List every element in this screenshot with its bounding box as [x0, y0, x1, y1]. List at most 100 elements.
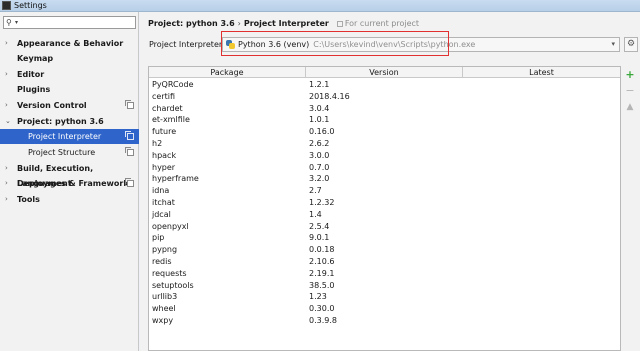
- package-version-cell: 0.30.0: [309, 304, 335, 314]
- table-row[interactable]: h2 2.6.2: [149, 138, 620, 150]
- package-version-cell: 1.2.32: [309, 197, 335, 207]
- column-header-latest[interactable]: Latest: [463, 67, 620, 78]
- sidebar-item-project-structure[interactable]: Project Structure: [0, 145, 139, 160]
- sidebar-item-project[interactable]: ⌄ Project: python 3.6: [0, 114, 139, 129]
- table-row[interactable]: future 0.16.0: [149, 126, 620, 138]
- table-row[interactable]: redis 2.10.6: [149, 256, 620, 268]
- table-row[interactable]: setuptools 38.5.0: [149, 280, 620, 292]
- package-name-cell: certifi: [152, 91, 176, 101]
- column-header-package[interactable]: Package: [149, 67, 306, 78]
- table-row[interactable]: openpyxl 2.5.4: [149, 221, 620, 233]
- package-name-cell: urllib3: [152, 292, 178, 302]
- gear-icon: ⚙: [627, 39, 636, 49]
- table-row[interactable]: certifi 2018.4.16: [149, 91, 620, 103]
- package-version-cell: 0.3.9.8: [309, 315, 337, 325]
- package-version-cell: 1.0.1: [309, 115, 330, 125]
- sidebar-item-tools[interactable]: › Tools: [0, 192, 139, 207]
- sidebar-item-version-control[interactable]: › Version Control: [0, 98, 139, 113]
- collapse-arrow-icon[interactable]: ⌄: [5, 114, 11, 129]
- package-name-cell: hyperframe: [152, 174, 199, 184]
- package-name-cell: wxpy: [152, 315, 174, 325]
- package-version-cell: 1.4: [309, 209, 322, 219]
- package-actions: + − ▲: [621, 66, 640, 126]
- search-icon: ⚲: [6, 18, 12, 27]
- table-row[interactable]: itchat 1.2.32: [149, 197, 620, 209]
- settings-search-input[interactable]: ⚲ ▾: [3, 16, 136, 29]
- package-version-cell: 0.16.0: [309, 127, 335, 137]
- package-name-cell: h2: [152, 138, 163, 148]
- sidebar-item-label: Appearance & Behavior: [17, 39, 124, 48]
- package-name-cell: jdcal: [152, 209, 171, 219]
- interpreter-settings-button[interactable]: ⚙: [624, 37, 638, 52]
- project-scope-icon: [125, 100, 134, 109]
- sidebar-item-project-interpreter[interactable]: Project Interpreter: [0, 129, 139, 144]
- package-version-cell: 1.23: [309, 292, 327, 302]
- expand-arrow-icon[interactable]: ›: [5, 67, 8, 82]
- package-version-cell: 2.19.1: [309, 268, 335, 278]
- table-row[interactable]: pypng 0.0.18: [149, 244, 620, 256]
- expand-arrow-icon[interactable]: ›: [5, 98, 8, 113]
- table-row[interactable]: PyQRCode 1.2.1: [149, 79, 620, 91]
- project-scope-icon: [125, 131, 134, 140]
- package-name-cell: requests: [152, 268, 187, 278]
- expand-arrow-icon[interactable]: ›: [5, 161, 8, 176]
- sidebar-item-label: Languages & Frameworks: [17, 179, 134, 188]
- table-row[interactable]: pip 9.0.1: [149, 232, 620, 244]
- package-version-cell: 38.5.0: [309, 280, 335, 290]
- table-row[interactable]: jdcal 1.4: [149, 209, 620, 221]
- sidebar-item-keymap[interactable]: Keymap: [0, 51, 139, 66]
- search-dropdown-icon[interactable]: ▾: [15, 17, 18, 28]
- breadcrumb-project: Project: python 3.6: [148, 19, 235, 28]
- sidebar-item-editor[interactable]: › Editor: [0, 67, 139, 82]
- package-name-cell: PyQRCode: [152, 80, 194, 89]
- column-header-version[interactable]: Version: [306, 67, 463, 78]
- sidebar-item-plugins[interactable]: Plugins: [0, 82, 139, 97]
- annotation-highlight-box: [221, 31, 449, 56]
- sidebar-item-appearance-behavior[interactable]: › Appearance & Behavior: [0, 36, 139, 51]
- settings-sidebar: ⚲ ▾ › Appearance & Behavior Keymap › Edi…: [0, 12, 139, 351]
- window-title: Settings: [14, 1, 47, 10]
- table-row[interactable]: et-xmlfile 1.0.1: [149, 114, 620, 126]
- package-version-cell: 3.0.4: [309, 103, 330, 113]
- table-header: Package Version Latest: [149, 67, 620, 78]
- upgrade-package-button[interactable]: ▲: [624, 101, 636, 113]
- expand-arrow-icon[interactable]: ›: [5, 176, 8, 191]
- package-version-cell: 9.0.1: [309, 233, 330, 243]
- settings-main-panel: Project: python 3.6 › Project Interpreter F…: [140, 12, 640, 351]
- package-name-cell: hyper: [152, 162, 176, 172]
- sidebar-item-languages-frameworks[interactable]: › Languages & Frameworks: [0, 176, 139, 191]
- window-titlebar: Settings: [0, 0, 640, 12]
- package-version-cell: 0.0.18: [309, 245, 335, 255]
- expand-arrow-icon[interactable]: ›: [5, 36, 8, 51]
- package-version-cell: 1.2.1: [309, 80, 330, 89]
- table-row[interactable]: hpack 3.0.0: [149, 150, 620, 162]
- table-row[interactable]: hyper 0.7.0: [149, 162, 620, 174]
- project-scope-icon: [125, 147, 134, 156]
- table-row[interactable]: chardet 3.0.4: [149, 103, 620, 115]
- interpreter-label: Project Interpreter:: [149, 40, 225, 49]
- remove-package-button[interactable]: −: [624, 85, 636, 97]
- chevron-down-icon[interactable]: ▾: [611, 38, 615, 51]
- project-scope-icon: [336, 21, 343, 27]
- table-row[interactable]: idna 2.7: [149, 185, 620, 197]
- package-name-cell: future: [152, 127, 177, 137]
- table-row[interactable]: requests 2.19.1: [149, 268, 620, 280]
- table-row[interactable]: urllib3 1.23: [149, 291, 620, 303]
- table-row[interactable]: hyperframe 3.2.0: [149, 173, 620, 185]
- packages-table: Package Version Latest PyQRCode 1.2.1 cert…: [148, 66, 621, 351]
- sidebar-item-label: Tools: [17, 195, 40, 204]
- package-name-cell: redis: [152, 256, 172, 266]
- table-row[interactable]: wxpy 0.3.9.8: [149, 315, 620, 327]
- for-current-project-note: For current project: [344, 19, 420, 28]
- add-package-button[interactable]: +: [624, 69, 636, 81]
- table-row[interactable]: wheel 0.30.0: [149, 303, 620, 315]
- package-version-cell: 2.5.4: [309, 221, 330, 231]
- expand-arrow-icon[interactable]: ›: [5, 192, 8, 207]
- sidebar-item-label: Project Interpreter: [28, 132, 102, 141]
- sidebar-item-build-execution-deployment[interactable]: › Build, Execution, Deployment: [0, 161, 139, 188]
- package-version-cell: 2.6.2: [309, 138, 330, 148]
- package-name-cell: pypng: [152, 245, 178, 255]
- sidebar-item-label: Keymap: [17, 54, 54, 63]
- table-body: PyQRCode 1.2.1 certifi 2018.4.16 chardet 3.0.…: [149, 79, 620, 327]
- package-version-cell: 2.7: [309, 186, 322, 196]
